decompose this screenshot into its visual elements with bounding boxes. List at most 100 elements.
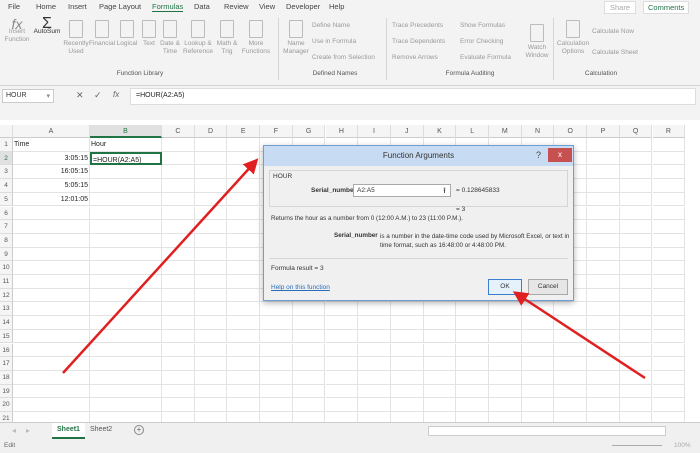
cell-A1[interactable]: Time	[13, 138, 90, 152]
cell-R9[interactable]	[652, 247, 686, 262]
cell-C12[interactable]	[162, 288, 195, 303]
cell-B15[interactable]	[90, 329, 162, 344]
help-icon[interactable]: ?	[536, 150, 541, 160]
cell-D21[interactable]	[195, 412, 228, 422]
row-header[interactable]: 18	[0, 370, 13, 385]
cell-D10[interactable]	[194, 261, 228, 275]
cell-J19[interactable]	[390, 384, 424, 399]
cell-C20[interactable]	[162, 398, 195, 412]
create-from-selection-button[interactable]: Create from Selection	[312, 54, 375, 61]
cell-P1[interactable]	[587, 138, 620, 152]
cell-O17[interactable]	[554, 357, 588, 371]
cell-R20[interactable]	[652, 398, 686, 412]
column-header-L[interactable]: L	[456, 125, 489, 138]
cell-B14[interactable]	[90, 316, 162, 330]
cell-M19[interactable]	[489, 384, 522, 399]
horizontal-scrollbar[interactable]	[428, 426, 666, 436]
cell-Q9[interactable]	[619, 247, 653, 262]
select-all-corner[interactable]	[0, 125, 13, 138]
cell-A20[interactable]	[13, 398, 90, 412]
cell-I13[interactable]	[358, 302, 391, 317]
define-name-button[interactable]: Define Name	[312, 22, 350, 29]
cell-C17[interactable]	[162, 357, 195, 371]
row-header[interactable]: 5	[0, 192, 13, 207]
tab-insert[interactable]: Insert	[68, 2, 87, 11]
cell-G16[interactable]	[292, 343, 326, 358]
cell-E21[interactable]	[227, 412, 261, 422]
cell-C19[interactable]	[162, 384, 195, 399]
cell-M14[interactable]	[489, 316, 522, 330]
cell-A18[interactable]	[13, 370, 90, 385]
cell-B3[interactable]	[90, 165, 162, 180]
cell-B18[interactable]	[90, 370, 162, 385]
cell-D1[interactable]	[194, 138, 228, 152]
row-header[interactable]: 19	[0, 384, 13, 399]
cell-B1[interactable]: Hour	[90, 138, 162, 152]
tab-page-layout[interactable]: Page Layout	[99, 2, 141, 11]
cell-D6[interactable]	[194, 206, 228, 221]
column-header-E[interactable]: E	[227, 125, 261, 138]
cell-L21[interactable]	[456, 412, 489, 422]
cell-J17[interactable]	[390, 357, 424, 371]
cell-N15[interactable]	[521, 329, 555, 344]
cell-P3[interactable]	[587, 165, 620, 180]
cell-B17[interactable]	[90, 357, 162, 371]
cell-Q12[interactable]	[619, 288, 653, 303]
cell-P4[interactable]	[587, 179, 620, 193]
cell-Q1[interactable]	[619, 138, 653, 152]
cell-R4[interactable]	[652, 179, 686, 193]
scroll-right-icon[interactable]: ▸	[26, 426, 30, 435]
text-button[interactable]: Text	[139, 20, 159, 48]
cell-R5[interactable]	[652, 192, 686, 207]
cell-Q10[interactable]	[619, 261, 653, 275]
tab-developer[interactable]: Developer	[286, 2, 320, 11]
cell-C15[interactable]	[162, 329, 195, 344]
cell-C18[interactable]	[162, 370, 195, 385]
financial-button[interactable]: Financial	[89, 20, 115, 48]
tab-review[interactable]: Review	[224, 2, 249, 11]
cell-E6[interactable]	[227, 206, 261, 221]
tab-formulas[interactable]: Formulas	[152, 2, 184, 12]
cell-L19[interactable]	[456, 384, 489, 399]
cell-B6[interactable]	[90, 206, 162, 221]
column-header-Q[interactable]: Q	[619, 125, 653, 138]
cell-J14[interactable]	[390, 316, 424, 330]
cell-A8[interactable]	[13, 233, 90, 248]
cell-Q14[interactable]	[619, 316, 653, 330]
cell-J21[interactable]	[391, 412, 424, 422]
cell-C8[interactable]	[162, 233, 195, 248]
column-header-K[interactable]: K	[423, 125, 457, 138]
trace-dependents-button[interactable]: Trace Dependents	[392, 38, 445, 45]
name-manager-button[interactable]: Name Manager	[282, 20, 310, 56]
cell-R2[interactable]	[652, 151, 686, 166]
cell-Q3[interactable]	[619, 165, 653, 180]
cell-D18[interactable]	[194, 370, 228, 385]
evaluate-formula-button[interactable]: Evaluate Formula	[460, 54, 511, 61]
cell-D4[interactable]	[194, 179, 228, 193]
cell-B4[interactable]	[90, 179, 162, 193]
cell-K18[interactable]	[423, 370, 457, 385]
row-header[interactable]: 2	[0, 151, 13, 166]
cell-G19[interactable]	[292, 384, 326, 399]
cell-P12[interactable]	[587, 288, 620, 303]
cell-R10[interactable]	[652, 261, 686, 275]
column-header-D[interactable]: D	[194, 125, 228, 138]
cell-D7[interactable]	[194, 220, 228, 234]
cell-K14[interactable]	[423, 316, 457, 330]
cancel-icon[interactable]: ✕	[76, 90, 84, 101]
cell-K16[interactable]	[423, 343, 457, 358]
cell-D14[interactable]	[194, 316, 228, 330]
column-header-B[interactable]: B	[90, 125, 162, 138]
error-checking-button[interactable]: Error Checking	[460, 38, 503, 45]
cell-G20[interactable]	[292, 398, 326, 412]
cell-E8[interactable]	[227, 233, 261, 248]
cell-L13[interactable]	[456, 302, 489, 317]
cell-G18[interactable]	[292, 370, 326, 385]
calculate-now-button[interactable]: Calculate Now	[592, 28, 634, 35]
column-header-H[interactable]: H	[325, 125, 359, 138]
sheet-tab-sheet1[interactable]: Sheet1	[52, 423, 85, 439]
calculation-options-button[interactable]: Calculation Options	[556, 20, 590, 56]
cell-R12[interactable]	[652, 288, 686, 303]
cell-R7[interactable]	[652, 220, 686, 234]
cell-B9[interactable]	[90, 247, 162, 262]
